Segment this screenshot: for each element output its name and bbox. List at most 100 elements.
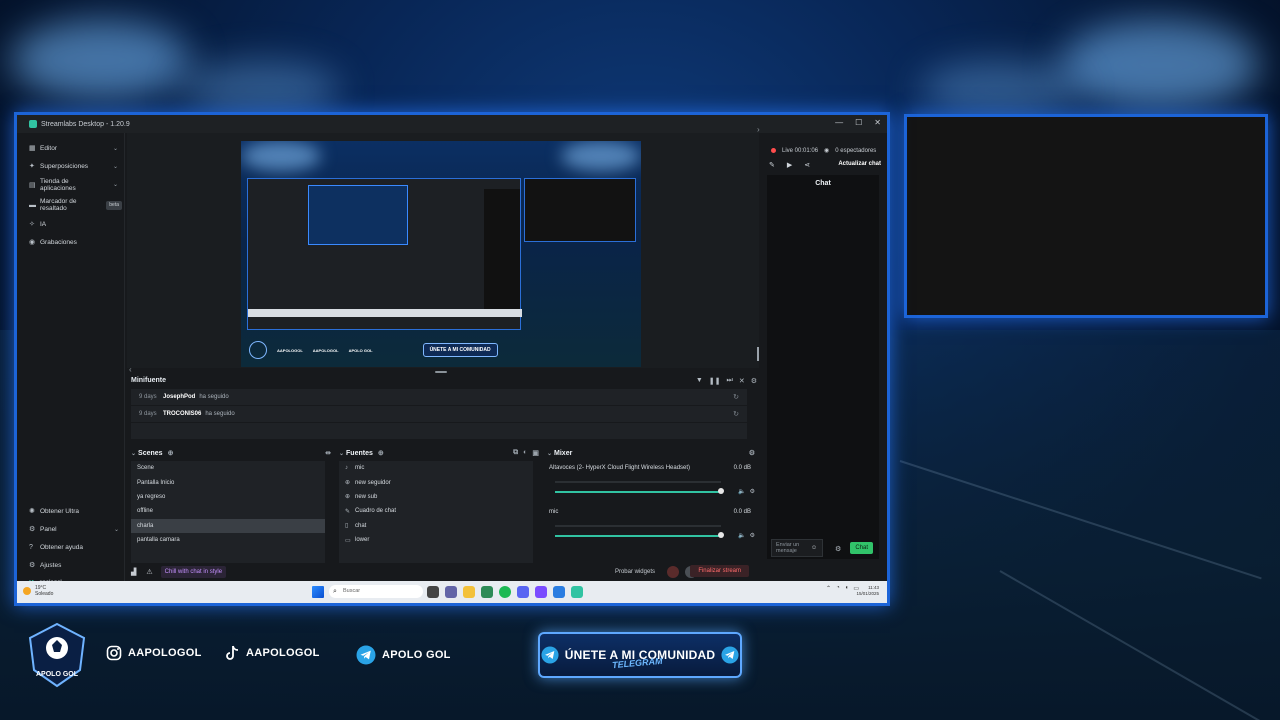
sidebar-item-label: Superposiciones — [40, 162, 89, 170]
scenes-title: Scenes — [138, 449, 163, 457]
sidebar-item-highlighter[interactable]: ▬ Marcador de resaltado beta — [17, 195, 124, 215]
eye-icon: ◉ — [824, 148, 830, 154]
record-button[interactable] — [667, 566, 679, 578]
replay-icon[interactable]: ↻ — [733, 393, 739, 401]
preview-logo-icon — [249, 341, 267, 359]
update-chat-button[interactable]: Actualizar chat — [838, 161, 881, 167]
taskbar-search[interactable]: ⌕ Buscar — [329, 585, 423, 598]
pause-icon[interactable]: ❚❚ — [709, 377, 721, 385]
live-timer: Live 00:01:06 — [782, 147, 819, 154]
add-source-icon[interactable]: ⊕ — [378, 449, 384, 457]
studio-mode-icon[interactable]: ▟ — [131, 568, 136, 576]
speaker-icon[interactable]: 🔈 — [738, 488, 745, 495]
camera-icon[interactable]: ▶ — [787, 161, 792, 169]
filter-icon[interactable]: ▼ — [696, 377, 703, 385]
emoji-icon[interactable]: ☺ — [811, 545, 817, 551]
close-button[interactable]: ✕ — [874, 118, 881, 127]
scene-item-selected[interactable]: charla — [131, 518, 325, 533]
preview-nested-window — [247, 178, 522, 330]
discord-icon[interactable] — [517, 586, 529, 598]
sidebar-item-recordings[interactable]: ◉ Grabaciones — [17, 233, 124, 251]
gear-icon[interactable]: ⚙ — [750, 532, 755, 539]
source-item[interactable]: ▭ lower — [339, 533, 533, 547]
end-stream-button[interactable]: Finalizar stream — [690, 565, 749, 577]
scene-item[interactable]: Scene — [131, 461, 325, 475]
teams-icon[interactable] — [445, 586, 457, 598]
sidebar-item-editor[interactable]: ▦ Editor ⌄ — [17, 139, 124, 157]
scene-item[interactable]: offline — [131, 504, 325, 518]
chevron-down-icon[interactable]: ⌄ — [547, 450, 552, 457]
scene-transition-icon[interactable]: ⇹ — [325, 449, 331, 457]
browser-icon[interactable] — [553, 586, 565, 598]
sidebar-item-label: Tienda de aplicaciones — [40, 178, 76, 192]
group-icon[interactable]: ⧉ — [513, 449, 518, 457]
gear-icon[interactable]: ⚙ — [751, 377, 757, 385]
chat-send-button[interactable]: Chat — [850, 542, 873, 554]
sidebar-item-ultra[interactable]: ✺ Obtener Ultra — [17, 502, 125, 520]
streamlabs-icon[interactable] — [571, 586, 583, 598]
join-community-button[interactable]: ÚNETE A MI COMUNIDAD — [538, 632, 742, 678]
test-widgets-button[interactable]: Probar widgets — [615, 569, 655, 575]
maximize-button[interactable]: ☐ — [855, 118, 862, 127]
speaker-icon[interactable]: 🔈 — [738, 532, 745, 539]
chat-title: Chat — [815, 180, 831, 187]
mute-icon[interactable]: ✕ — [739, 377, 745, 385]
preview-webcam-frame — [524, 178, 636, 242]
beta-badge: beta — [106, 200, 122, 210]
folder-icon[interactable] — [463, 586, 475, 598]
stream-preview[interactable]: AAPOLOGOL AAPOLOGOL APOLO GOL ÚNETE A MI… — [241, 141, 641, 367]
scene-item[interactable]: Pantalla Inicio — [131, 475, 325, 489]
sidebar-item-help[interactable]: ? Obtener ayuda — [17, 538, 125, 556]
replay-icon[interactable]: ↻ — [733, 410, 739, 418]
sidebar-item-store[interactable]: ▤ Tienda de aplicaciones ⌄ — [17, 175, 124, 195]
task-view-icon[interactable] — [427, 586, 439, 598]
webcam-frame — [904, 114, 1268, 318]
chevron-down-icon[interactable]: ⌄ — [131, 450, 136, 457]
minimize-button[interactable]: — — [835, 118, 843, 127]
performance-icon[interactable]: ⚠ — [146, 568, 152, 576]
mixer-gear-icon[interactable]: ⚙ — [749, 449, 755, 457]
visibility-icon[interactable]: ◐ — [523, 449, 527, 457]
chevron-up-icon[interactable]: ⌃ — [826, 585, 831, 592]
taskbar-clock[interactable]: 11:43 15/01/2025 — [856, 585, 879, 597]
gear-icon[interactable]: ⚙ — [750, 488, 755, 495]
chrome-icon[interactable] — [481, 586, 493, 598]
chevron-down-icon[interactable]: ⌄ — [339, 450, 344, 457]
app-icon[interactable] — [535, 586, 547, 598]
volume-slider[interactable] — [555, 488, 724, 494]
source-item[interactable]: ▯ chat — [339, 519, 533, 533]
wifi-icon[interactable]: ◔ — [836, 585, 840, 592]
chat-promo-chip[interactable]: Chill with chat in style — [160, 566, 227, 578]
source-item[interactable]: ♪ mic — [339, 461, 533, 475]
add-scene-icon[interactable]: ⊕ — [168, 449, 174, 457]
sidebar-item-label: Panel — [40, 525, 57, 533]
scene-item[interactable]: ya regreso — [131, 490, 325, 504]
source-item[interactable]: ⊕ new sub — [339, 490, 533, 504]
instagram-link[interactable]: AAPOLOGOL — [106, 645, 202, 661]
tiktok-link[interactable]: AAPOLOGOL — [224, 645, 320, 661]
skip-icon[interactable]: ⏭ — [727, 377, 733, 385]
scene-item[interactable]: pantalla camara — [131, 533, 325, 547]
spotify-icon[interactable] — [499, 586, 511, 598]
volume-icon[interactable]: ◖ — [845, 585, 849, 592]
overlays-icon: ✦ — [29, 163, 35, 170]
source-item[interactable]: ⊕ new seguidor — [339, 475, 533, 489]
share-icon[interactable]: ⋖ — [804, 161, 810, 169]
folder-icon[interactable]: ▣ — [532, 449, 539, 457]
telegram-link[interactable]: APOLO GOL — [356, 645, 451, 665]
gear-icon[interactable]: ⚙ — [835, 545, 841, 553]
windows-start-icon[interactable] — [312, 586, 324, 598]
source-label: mic — [355, 465, 365, 472]
image-icon: ▭ — [345, 537, 351, 544]
volume-slider[interactable] — [555, 532, 724, 538]
sidebar-item-overlays[interactable]: ✦ Superposiciones ⌄ — [17, 157, 124, 175]
sidebar-item-ia[interactable]: ✧ IA — [17, 215, 124, 233]
slider-knob[interactable] — [718, 532, 724, 538]
weather-widget[interactable]: 19°C Soleado — [35, 585, 53, 597]
source-item[interactable]: ✎ Cuadro de chat — [339, 504, 533, 518]
sidebar-item-settings[interactable]: ⚙ Ajustes — [17, 556, 125, 574]
edit-icon[interactable]: ✎ — [769, 161, 775, 169]
sidebar-item-panel[interactable]: ⚙ Panel ⌄ — [17, 520, 125, 538]
slider-knob[interactable] — [718, 488, 724, 494]
scenes-panel: ⌄ Scenes ⊕ ⇹ Scene Pantalla Inicio ya re… — [127, 445, 335, 567]
